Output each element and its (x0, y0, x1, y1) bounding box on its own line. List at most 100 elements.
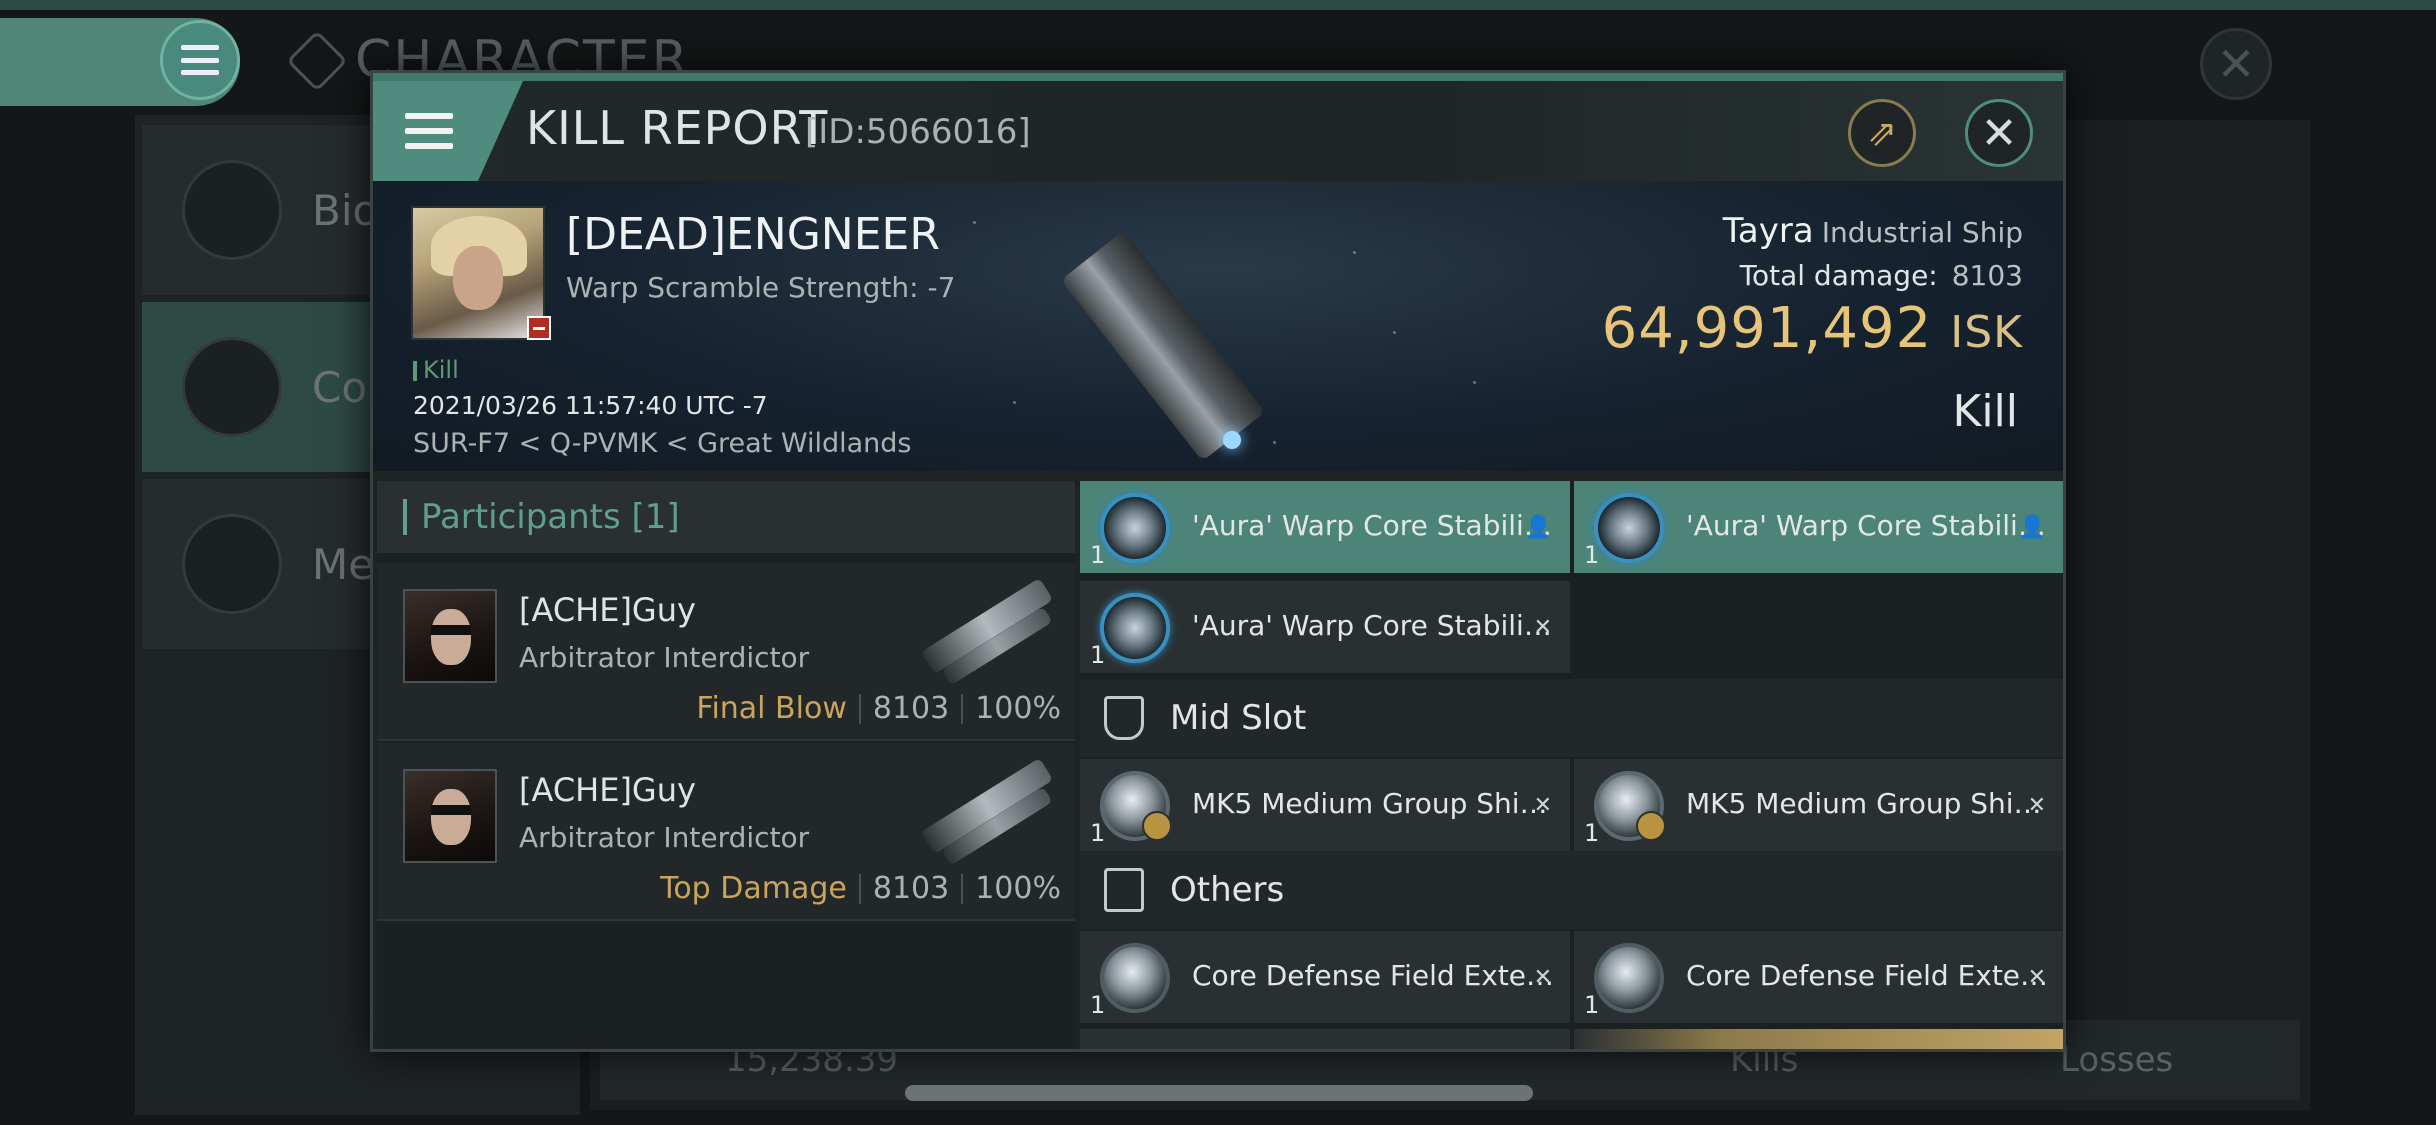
wrench-icon (1142, 811, 1172, 841)
victim-banner: [DEAD]ENGNEER Warp Scramble Strength: -7… (373, 181, 2063, 471)
section-header-mid-slot: Mid Slot (1080, 679, 2063, 757)
fitting-slot[interactable]: 1 'Aura' Warp Core Stabilizer 👤 (1080, 481, 1570, 573)
participant-damage: 8103 (872, 691, 950, 726)
victim-name[interactable]: [DEAD]ENGNEER (566, 209, 940, 260)
shield-booster-icon (1100, 771, 1172, 841)
shield-booster-icon (1594, 771, 1666, 841)
ship-class: Industrial Ship (1821, 216, 2023, 249)
fitting-slot[interactable]: 1 Core Defense Field Extender ✕ (1080, 931, 1570, 1023)
warp-core-stabilizer-icon (1100, 593, 1170, 663)
section-header-others: Others (1080, 851, 2063, 929)
participant-role: Final Blow (696, 691, 847, 726)
top-accent-line (0, 0, 2436, 10)
participant-ship: Arbitrator Interdictor (519, 821, 810, 854)
modal-accent-line (373, 73, 2063, 81)
participant-role: Top Damage (660, 871, 847, 906)
home-indicator[interactable] (905, 1085, 1533, 1101)
fitting-label: Core Defense Field Extender (1686, 959, 2054, 992)
bg-losses-label[interactable]: Losses (2060, 1040, 2173, 1080)
total-damage: Total damage: 8103 (1740, 259, 2023, 292)
modal-header: KILL REPORT [ID:5066016] ⇗ ✕ (373, 81, 2063, 181)
fitting-slot[interactable]: 1 Core Defense Field Extender ✕ (1574, 931, 2063, 1023)
result-label: Kill (1952, 386, 2018, 437)
person-icon: 👤 (1524, 515, 1552, 540)
wrench-icon (1636, 811, 1666, 841)
fitting-slot[interactable]: 1 MK5 Medium Group Shield Booster ✕ (1080, 759, 1570, 851)
participant-ship-image (917, 573, 1057, 686)
fitting-slot-partial[interactable] (1574, 1029, 2063, 1049)
share-icon: ⇗ (1866, 112, 1898, 154)
participant-damage: 8103 (872, 871, 950, 906)
share-button[interactable]: ⇗ (1848, 99, 1916, 167)
fitting-qty: 1 (1090, 541, 1106, 569)
x-icon: ✕ (1533, 615, 1552, 640)
fitting-slot[interactable]: 1 'Aura' Warp Core Stabilizer ✕ (1080, 581, 1570, 673)
sidebar-item-label: Bio (312, 185, 379, 235)
warp-core-stabilizer-icon (1100, 493, 1170, 563)
participant-ship-image (917, 753, 1057, 866)
kill-location[interactable]: SUR-F7 < Q-PVMK < Great Wildlands (413, 428, 911, 459)
fittings-panel: 1 'Aura' Warp Core Stabilizer 👤 1 'Aura'… (1080, 481, 2063, 1049)
kill-report-id: [ID:5066016] (805, 112, 1031, 152)
star-icon (182, 514, 282, 614)
victim-portrait[interactable] (411, 206, 551, 340)
person-icon: 👤 (2018, 515, 2046, 540)
participants-header: Participants [1] (377, 481, 1075, 553)
participants-panel: Participants [1] [ACHE]Guy Arbitrator In… (377, 481, 1075, 1049)
x-icon: ✕ (2027, 965, 2046, 990)
standing-minus-icon (527, 316, 551, 340)
fitting-qty: 1 (1090, 819, 1106, 847)
section-title: Mid Slot (1170, 698, 1307, 738)
modal-title: KILL REPORT (526, 101, 829, 155)
fitting-qty: 1 (1090, 991, 1106, 1019)
mid-slot-icon (1104, 696, 1144, 740)
participant-avatar[interactable] (403, 589, 497, 683)
hamburger-icon (405, 113, 453, 149)
fitting-label: 'Aura' Warp Core Stabilizer (1192, 509, 1560, 542)
warp-scramble-strength: Warp Scramble Strength: -7 (566, 271, 956, 304)
x-icon: ✕ (1533, 793, 1552, 818)
participant-avatar[interactable] (403, 769, 497, 863)
cargo-box-icon (1104, 868, 1144, 912)
participant-row[interactable]: [ACHE]Guy Arbitrator Interdictor Final B… (377, 563, 1075, 741)
kill-datetime: 2021/03/26 11:57:40 UTC -7 (413, 391, 768, 420)
fitting-label: MK5 Medium Group Shield Booster (1686, 787, 2054, 820)
kill-tag: Kill (413, 356, 459, 384)
fitting-label: MK5 Medium Group Shield Booster (1192, 787, 1560, 820)
swords-icon (182, 337, 282, 437)
fitting-qty: 1 (1584, 541, 1600, 569)
fitting-label: Core Defense Field Extender (1192, 959, 1560, 992)
field-extender-icon (1100, 943, 1170, 1013)
total-damage-label: Total damage: (1739, 259, 1938, 292)
x-icon: ✕ (1533, 965, 1552, 990)
participant-name: [ACHE]Guy (519, 591, 696, 629)
fitting-label: 'Aura' Warp Core Stabilizer (1686, 509, 2054, 542)
fitting-qty: 1 (1584, 991, 1600, 1019)
participants-title: Participants [1] (421, 497, 680, 537)
participant-percent: 100% (975, 871, 1061, 906)
fitting-qty: 1 (1090, 641, 1106, 669)
fitting-slot[interactable]: 1 'Aura' Warp Core Stabilizer 👤 (1574, 481, 2063, 573)
x-icon: ✕ (2027, 793, 2046, 818)
modal-menu-button[interactable] (373, 81, 523, 181)
section-title: Others (1170, 870, 1285, 910)
fitting-slot-partial[interactable] (1080, 1029, 1570, 1049)
participant-row[interactable]: [ACHE]Guy Arbitrator Interdictor Top Dam… (377, 743, 1075, 921)
bg-close-icon[interactable]: ✕ (2200, 28, 2272, 100)
character-icon (286, 30, 348, 92)
isk-amount: 64,991,492 (1601, 296, 1933, 361)
isk-unit: ISK (1950, 307, 2023, 358)
participant-name: [ACHE]Guy (519, 771, 696, 809)
app-root: CHARACTER ✕ Bio Con Med 15,238.39 Kills … (0, 0, 2436, 1125)
field-extender-icon (1594, 943, 1664, 1013)
bg-menu-icon[interactable] (160, 20, 240, 100)
victim-ship: Tayra Industrial Ship (1723, 211, 2023, 251)
victim-ship-image[interactable] (1060, 191, 1323, 462)
warp-core-stabilizer-icon (1594, 493, 1664, 563)
ship-name[interactable]: Tayra (1723, 211, 1814, 251)
close-icon: ✕ (1980, 107, 2018, 159)
close-button[interactable]: ✕ (1965, 99, 2033, 167)
participant-stats: Final Blow 8103 100% (696, 691, 1061, 726)
fitting-slot[interactable]: 1 MK5 Medium Group Shield Booster ✕ (1574, 759, 2063, 851)
fitting-qty: 1 (1584, 819, 1600, 847)
